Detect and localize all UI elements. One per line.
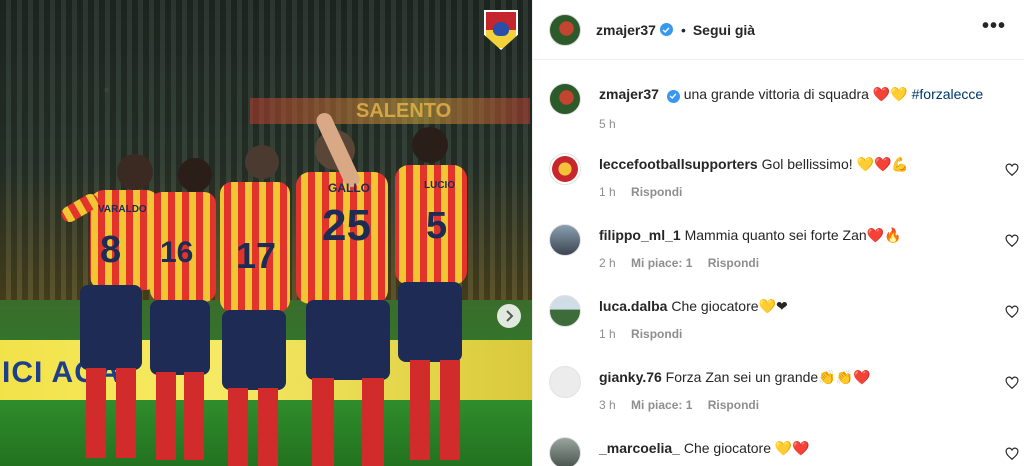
reply-button[interactable]: Rispondi <box>708 398 759 412</box>
comment-meta: 1 h Rispondi <box>599 327 694 341</box>
comment-time: 1 h <box>599 327 616 341</box>
comment-username[interactable]: leccefootballsupporters <box>599 156 758 172</box>
comment-time: 2 h <box>599 256 616 270</box>
comment-item: luca.dalba Che giocatore💛❤ 1 h Rispondi <box>549 295 1019 351</box>
post-side-panel: zmajer37 • Segui già ••• zmajer37 una gr… <box>532 0 1024 466</box>
avatar[interactable] <box>549 295 581 327</box>
player-figure <box>61 154 160 458</box>
reply-button[interactable]: Rispondi <box>708 256 759 270</box>
comment-item: filippo_ml_1 Mammia quanto sei forte Zan… <box>549 224 1019 280</box>
reply-button[interactable]: Rispondi <box>631 185 682 199</box>
next-arrow-icon[interactable] <box>497 304 521 328</box>
comment-username[interactable]: gianky.76 <box>599 369 662 385</box>
comment-item: _marcoelia_ Che giocatore 💛❤️ <box>549 437 1019 466</box>
comment-text: Gol bellissimo! 💛❤️💪 <box>761 156 909 172</box>
heart-icon[interactable] <box>1005 376 1019 390</box>
caption-text: una grande vittoria di squadra ❤️💛 <box>683 86 908 102</box>
comment-text: Mammia quanto sei forte Zan❤️🔥 <box>684 227 902 243</box>
shirt-name: LUCIO <box>424 180 455 191</box>
caption-item: zmajer37 una grande vittoria di squadra … <box>549 83 1019 143</box>
author-username[interactable]: zmajer37 <box>596 22 656 38</box>
heart-icon[interactable] <box>1005 163 1019 177</box>
comment-username[interactable]: filippo_ml_1 <box>599 227 681 243</box>
crest-emblem <box>493 22 509 36</box>
verified-badge-icon <box>659 23 673 36</box>
comment-text: Che giocatore 💛❤️ <box>683 440 810 456</box>
avatar[interactable] <box>549 153 581 185</box>
comment-text: Che giocatore💛❤ <box>671 298 788 314</box>
shirt-name: VARALDO <box>98 204 147 215</box>
shirt-number: 25 <box>322 201 371 250</box>
player-figure <box>220 145 290 466</box>
comment-time: 1 h <box>599 185 616 199</box>
comment-likes[interactable]: Mi piace: 1 <box>631 256 692 270</box>
avatar[interactable] <box>549 224 581 256</box>
reply-button[interactable]: Rispondi <box>631 327 682 341</box>
verified-badge-icon <box>666 89 680 103</box>
comment-username[interactable]: luca.dalba <box>599 298 667 314</box>
heart-icon[interactable] <box>1005 447 1019 461</box>
comment-username[interactable]: _marcoelia_ <box>599 440 680 456</box>
shirt-number: 8 <box>100 229 121 271</box>
heart-icon[interactable] <box>1005 305 1019 319</box>
comment-time: 3 h <box>599 398 616 412</box>
comment-likes[interactable]: Mi piace: 1 <box>631 398 692 412</box>
separator: • <box>680 21 686 38</box>
avatar[interactable] <box>549 437 581 466</box>
heart-icon[interactable] <box>1005 234 1019 248</box>
post-header: zmajer37 • Segui già ••• <box>533 0 1024 60</box>
shirt-number: 16 <box>160 236 193 269</box>
comment-meta: 1 h Rispondi <box>599 185 694 199</box>
caption-meta: 5 h <box>599 117 628 131</box>
avatar[interactable] <box>549 366 581 398</box>
caption-time: 5 h <box>599 117 616 131</box>
player-figure <box>150 158 216 460</box>
comment-text: Forza Zan sei un grande👏👏❤️ <box>665 369 871 385</box>
shirt-number: 17 <box>236 235 276 276</box>
caption-username[interactable]: zmajer37 <box>599 86 659 102</box>
avatar[interactable] <box>549 83 581 115</box>
shirt-number: 5 <box>426 205 447 247</box>
more-options-icon[interactable]: ••• <box>982 16 1006 36</box>
shirt-name: GALLO <box>328 181 370 195</box>
comment-item: gianky.76 Forza Zan sei un grande👏👏❤️ 3 … <box>549 366 1019 422</box>
hashtag-link[interactable]: #forzalecce <box>912 86 984 102</box>
avatar[interactable] <box>549 13 581 46</box>
comment-item: leccefootballsupporters Gol bellissimo! … <box>549 153 1019 209</box>
comment-meta: 2 h Mi piace: 1 Rispondi <box>599 256 771 270</box>
players-celebrating: 8 16 17 25 5 VARALDO GALLO LUCIO <box>61 112 467 466</box>
comment-meta: 3 h Mi piace: 1 Rispondi <box>599 398 771 412</box>
following-button[interactable]: Segui già <box>693 22 755 38</box>
post-photo: SALENTO ICI AGA 8 16 17 25 5 VARALDO GAL… <box>0 0 532 466</box>
